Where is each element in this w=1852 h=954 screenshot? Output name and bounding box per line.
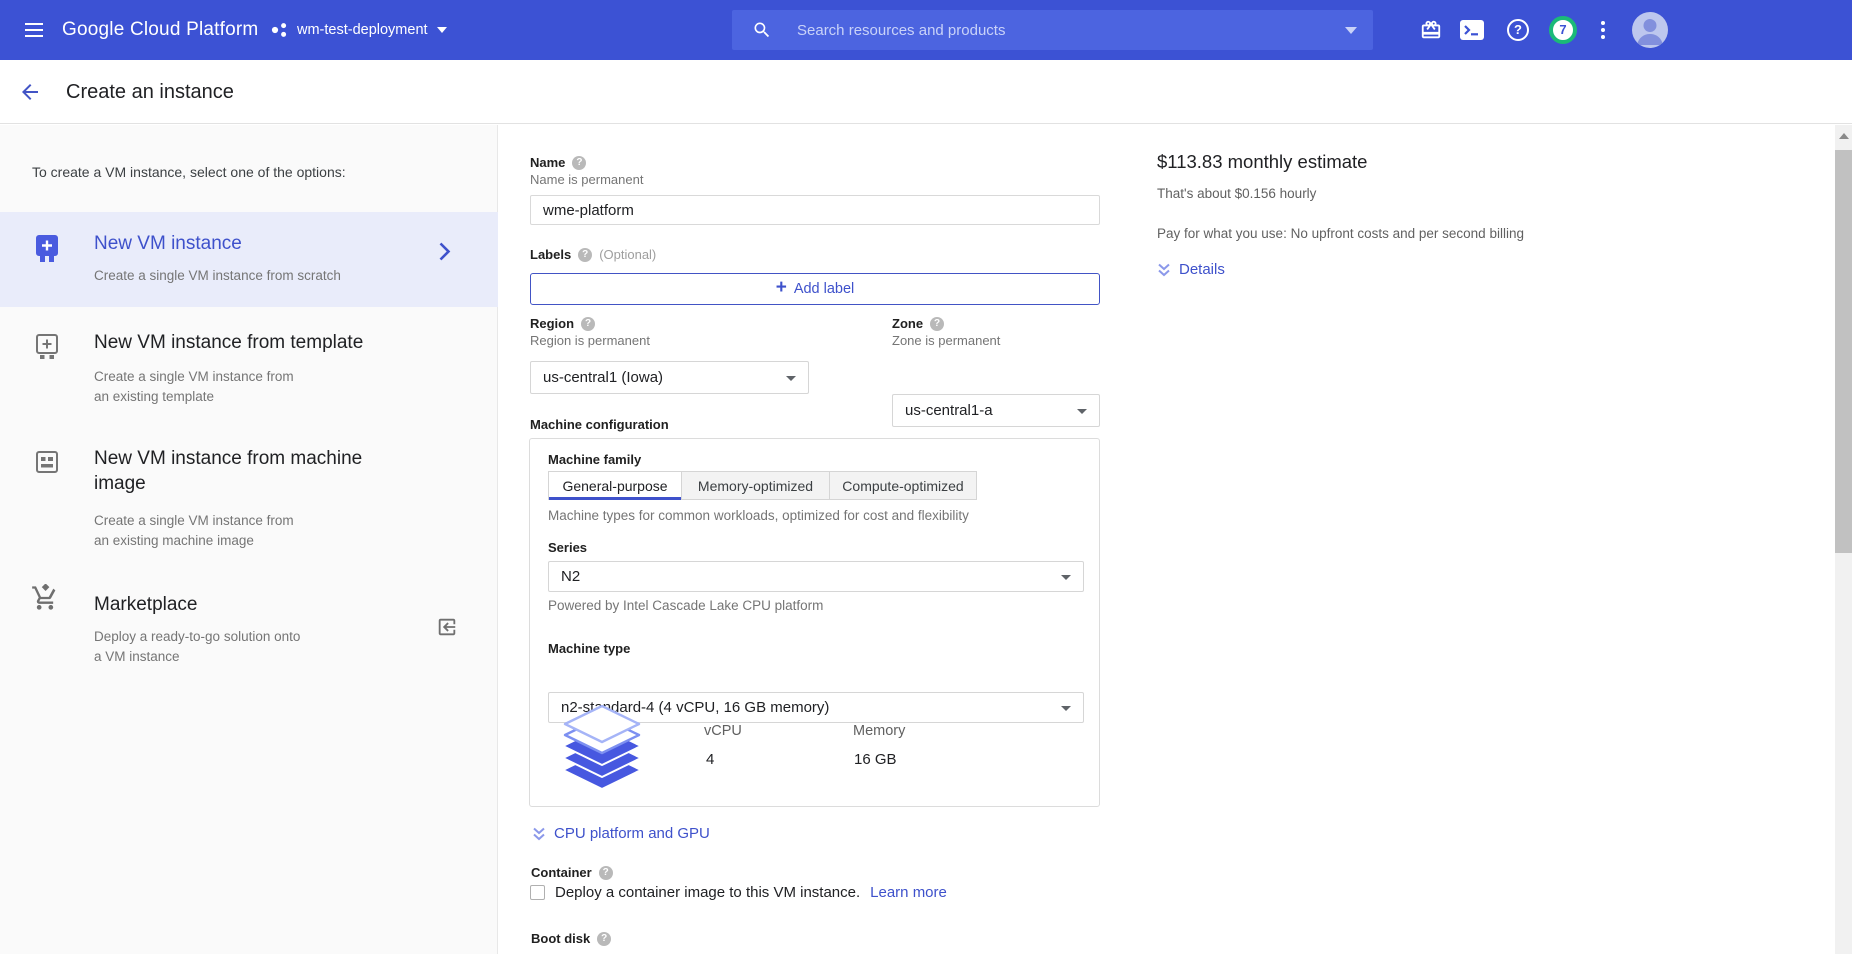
learn-more-link[interactable]: Learn more [870, 884, 947, 901]
sidebar-item-subtitle: Create a single VM instance from an exis… [94, 367, 294, 407]
gift-icon[interactable] [1420, 0, 1442, 60]
labels-label: Labels (Optional) [530, 247, 656, 262]
vcpu-value: 4 [706, 751, 714, 768]
boot-disk-label: Boot disk [531, 931, 611, 946]
back-arrow-icon[interactable] [18, 80, 42, 104]
billing-note: Pay for what you use: No upfront costs a… [1157, 226, 1524, 241]
sidebar-item-subtitle: Deploy a ready-to-go solution onto a VM … [94, 627, 300, 667]
chevron-right-icon[interactable] [438, 241, 451, 267]
vcpu-label: vCPU [704, 723, 742, 739]
gcp-console: Google Cloud Platform wm-test-deployment… [0, 0, 1852, 954]
region-label: Region [530, 316, 595, 331]
sidebar-item-title[interactable]: New VM instance [94, 231, 242, 256]
tab-memory-optimized[interactable]: Memory-optimized [682, 471, 830, 500]
marketplace-cart-icon [31, 584, 59, 617]
search-dropdown-icon[interactable] [1345, 27, 1357, 34]
vm-instance-icon [36, 235, 58, 267]
name-help-icon[interactable] [572, 156, 586, 170]
sidebar-intro: To create a VM instance, select one of t… [32, 164, 346, 180]
notifications-icon[interactable]: 7 [1549, 0, 1577, 60]
labels-help-icon[interactable] [578, 248, 592, 262]
search-input[interactable] [795, 21, 1345, 40]
sidebar-item-new-vm-instance[interactable] [0, 212, 498, 307]
sidebar-item-subtitle: Create a single VM instance from an exis… [94, 511, 294, 551]
cloud-shell-icon[interactable] [1460, 0, 1484, 60]
avatar[interactable] [1632, 0, 1668, 60]
layers-icon [563, 705, 641, 794]
series-note: Powered by Intel Cascade Lake CPU platfo… [548, 598, 823, 613]
sidebar-item-marketplace[interactable]: Marketplace [94, 592, 198, 617]
machine-image-icon [36, 451, 58, 480]
memory-value: 16 GB [854, 751, 897, 768]
notification-count: 7 [1549, 16, 1577, 44]
series-select[interactable]: N2 [548, 561, 1084, 592]
scrollbar-up-arrow[interactable] [1839, 133, 1849, 139]
overflow-menu-icon[interactable] [1601, 0, 1605, 60]
machine-family-tabs: General-purpose Memory-optimized Compute… [548, 471, 977, 500]
chevron-down-icon [437, 27, 447, 33]
container-checkbox-text: Deploy a container image to this VM inst… [555, 884, 860, 901]
scrollbar-thumb[interactable] [1835, 150, 1852, 553]
caret-down-icon [1061, 575, 1071, 580]
page-title: Create an instance [66, 60, 234, 124]
search-icon [752, 20, 772, 40]
caret-down-icon [1077, 409, 1087, 414]
hourly-estimate: That's about $0.156 hourly [1157, 186, 1316, 201]
project-name: wm-test-deployment [297, 22, 428, 38]
container-row: Deploy a container image to this VM inst… [530, 884, 947, 901]
container-checkbox[interactable] [530, 885, 545, 900]
machine-type-label: Machine type [548, 641, 630, 656]
caret-down-icon [1061, 706, 1071, 711]
machine-configuration-label: Machine configuration [530, 417, 669, 432]
sidebar-item-new-vm-from-machine-image[interactable]: New VM instance from machine image [94, 446, 394, 496]
create-instance-form: Name Name is permanent Labels (Optional)… [499, 125, 1835, 954]
region-help-icon[interactable] [581, 317, 595, 331]
search-bar[interactable] [732, 10, 1373, 50]
add-label-button[interactable]: Add label [530, 273, 1100, 305]
project-selector[interactable]: wm-test-deployment [270, 0, 447, 60]
caret-down-icon [786, 376, 796, 381]
memory-label: Memory [853, 723, 905, 739]
tab-compute-optimized[interactable]: Compute-optimized [830, 471, 977, 500]
name-label: Name [530, 155, 586, 170]
help-icon[interactable] [1507, 0, 1529, 60]
brand-logo[interactable]: Google Cloud Platform [62, 0, 258, 60]
machine-family-description: Machine types for common workloads, opti… [548, 508, 969, 523]
expand-icon [1157, 263, 1171, 277]
menu-icon[interactable] [22, 18, 46, 42]
details-link[interactable]: Details [1157, 261, 1225, 278]
vertical-scrollbar[interactable] [1835, 125, 1852, 954]
boot-disk-help-icon[interactable] [597, 932, 611, 946]
zone-help-icon[interactable] [930, 317, 944, 331]
name-input[interactable] [530, 195, 1100, 225]
sidebar-item-subtitle: Create a single VM instance from scratch [94, 266, 341, 286]
sidebar-item-new-vm-from-template[interactable]: New VM instance from template [94, 330, 363, 355]
series-label: Series [548, 540, 587, 555]
page-header: Create an instance [0, 60, 1852, 124]
container-label: Container [531, 865, 613, 880]
region-helper: Region is permanent [530, 333, 650, 348]
sidebar: To create a VM instance, select one of t… [0, 125, 498, 954]
app-bar: Google Cloud Platform wm-test-deployment… [0, 0, 1852, 60]
tab-general-purpose[interactable]: General-purpose [548, 471, 682, 500]
expand-icon [532, 827, 546, 841]
machine-configuration-card: Machine family General-purpose Memory-op… [529, 438, 1100, 807]
name-helper: Name is permanent [530, 172, 643, 187]
labels-optional: (Optional) [599, 247, 656, 262]
vm-template-icon [36, 334, 58, 365]
container-help-icon[interactable] [599, 866, 613, 880]
cpu-platform-gpu-link[interactable]: CPU platform and GPU [532, 825, 710, 842]
open-in-icon[interactable] [436, 616, 458, 643]
project-switcher-icon [270, 21, 288, 39]
zone-select[interactable]: us-central1-a [892, 394, 1100, 427]
zone-helper: Zone is permanent [892, 333, 1000, 348]
monthly-estimate-title: $113.83 monthly estimate [1157, 151, 1367, 173]
machine-family-label: Machine family [548, 452, 641, 467]
plus-icon [776, 281, 787, 297]
zone-label: Zone [892, 316, 944, 331]
region-select[interactable]: us-central1 (Iowa) [530, 361, 809, 394]
